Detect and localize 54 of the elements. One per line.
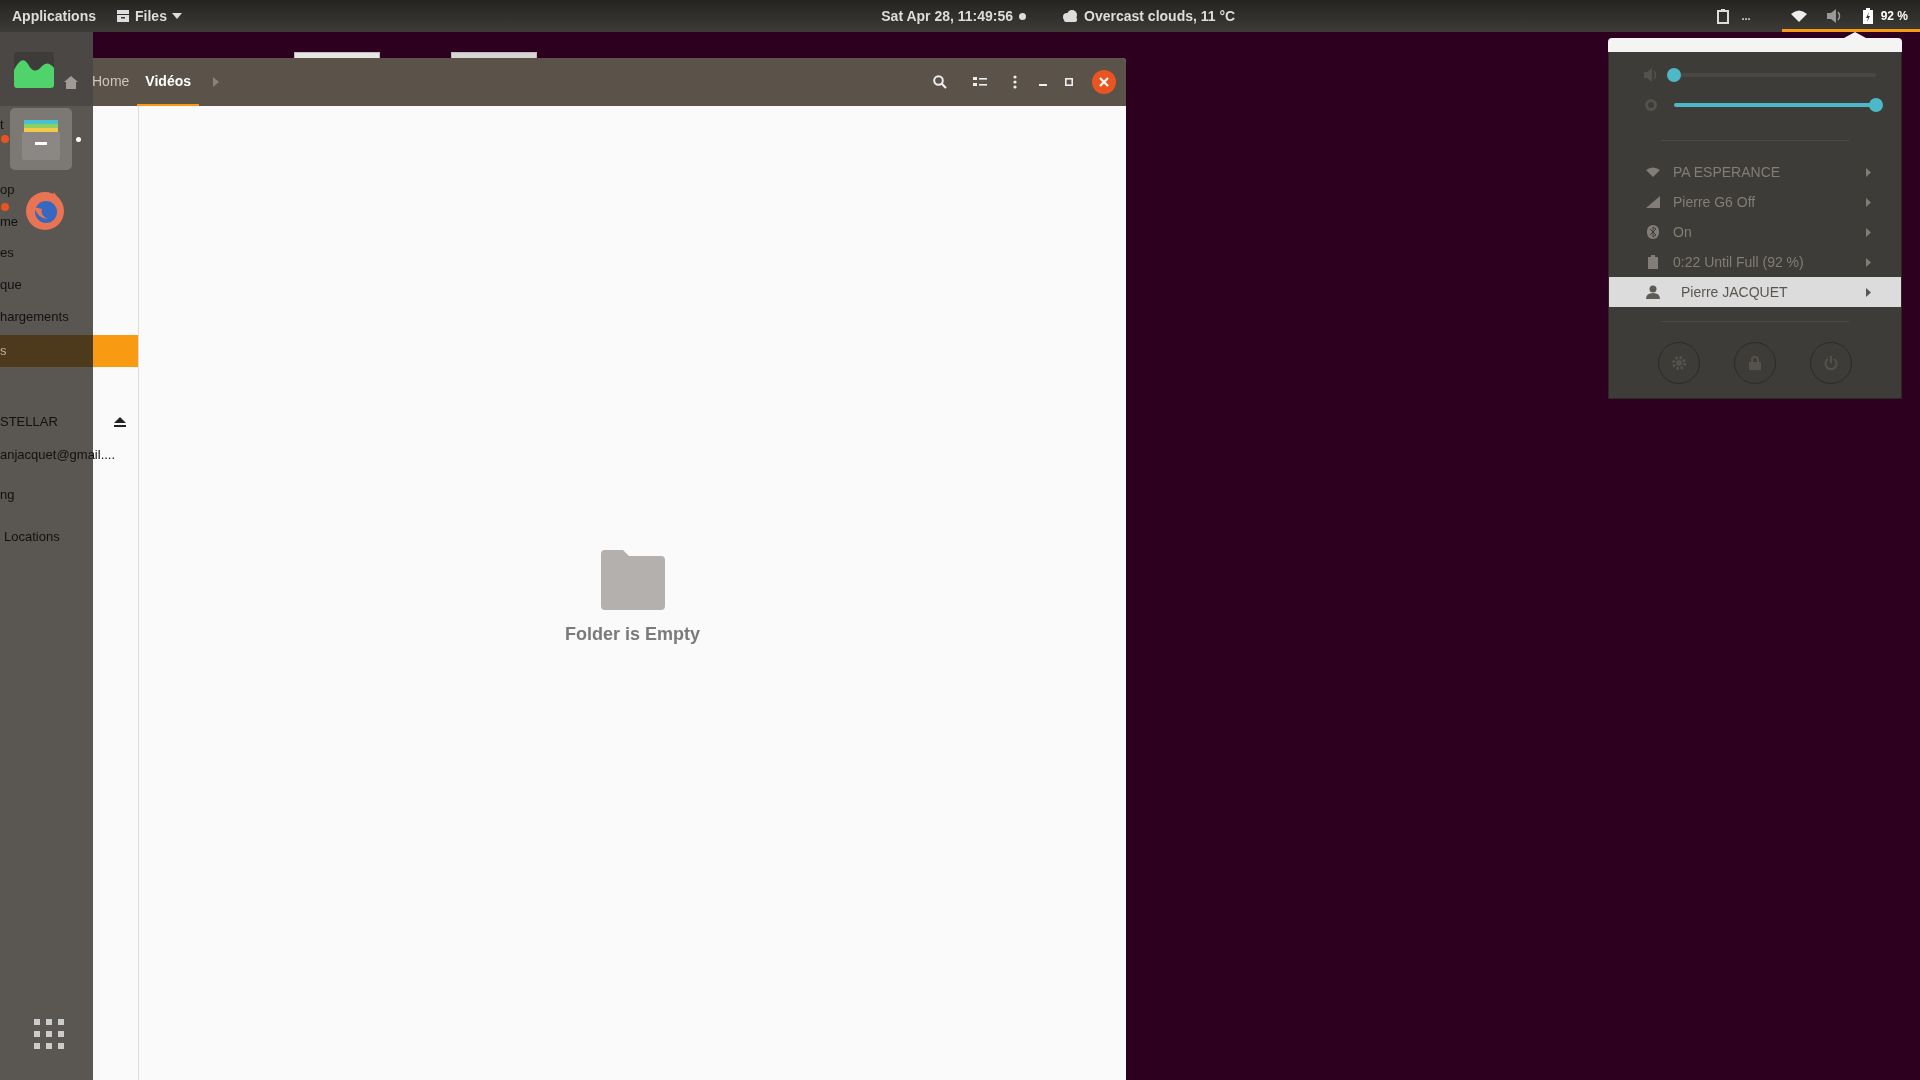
sidebar-item[interactable]: me: [0, 214, 19, 230]
system-monitor-icon[interactable]: [14, 52, 54, 88]
bluetooth-icon: [1645, 225, 1661, 239]
cloud-icon: [1062, 9, 1079, 23]
list-view-icon[interactable]: [973, 76, 987, 88]
wifi-icon: [1645, 167, 1661, 177]
focus-dot-icon: [76, 137, 81, 142]
maximize-icon[interactable]: [1065, 78, 1073, 86]
battery-icon: [1645, 255, 1661, 269]
dock-item[interactable]: [10, 108, 72, 170]
caret-icon: [171, 13, 182, 19]
volume-icon: [1644, 68, 1658, 82]
clipboard-icon[interactable]: [1717, 8, 1730, 24]
sidebar-item[interactable]: op: [0, 182, 15, 198]
search-icon[interactable]: [933, 75, 947, 89]
weather-indicator[interactable]: Overcast clouds, 11 °C: [1062, 8, 1236, 24]
sidebar-item[interactable]: que: [0, 277, 22, 293]
menu-icon[interactable]: [1013, 75, 1017, 89]
path-button[interactable]: Home: [84, 58, 138, 106]
power-icon: [1824, 356, 1838, 370]
chevron-right-icon: [1866, 227, 1871, 237]
sidebar-item[interactable]: s: [0, 335, 138, 367]
signal-icon: [1645, 196, 1661, 208]
chevron-right-icon: [1866, 287, 1871, 297]
folder-icon: [600, 549, 665, 610]
sidebar-item[interactable]: ng: [0, 487, 15, 503]
app-menu[interactable]: Files: [116, 8, 182, 24]
more-indicator[interactable]: ...: [1741, 10, 1751, 22]
gear-icon: [1672, 356, 1686, 370]
fox-globe-icon: [24, 190, 66, 232]
sidebar-item[interactable]: hargements: [0, 309, 69, 325]
battery-charging-icon[interactable]: [1862, 8, 1873, 24]
notification-dot-icon: [1019, 12, 1027, 20]
applications-menu[interactable]: Applications: [12, 8, 96, 24]
sidebar-item[interactable]: es: [0, 245, 14, 261]
app-grid-icon[interactable]: [34, 1019, 64, 1049]
chevron-right-icon: [1866, 197, 1871, 207]
sidebar-item[interactable]: Locations: [0, 529, 60, 545]
sidebar-item[interactable]: t: [0, 117, 4, 133]
file-cabinet-icon: [116, 9, 130, 23]
volume-icon[interactable]: [1826, 9, 1843, 23]
clock[interactable]: Sat Apr 28, 11:49:56: [881, 8, 1014, 24]
chevron-right-icon: [1866, 257, 1871, 267]
close-button[interactable]: [1092, 70, 1116, 94]
eject-icon[interactable]: [114, 417, 126, 427]
path-button[interactable]: Vidéos: [137, 58, 199, 106]
wifi-icon[interactable]: [1790, 10, 1807, 22]
user-icon: [1645, 285, 1661, 299]
battery-percentage[interactable]: 92 %: [1880, 9, 1908, 23]
chevron-right-icon: [1866, 167, 1871, 177]
sidebar-item[interactable]: STELLAR: [0, 414, 138, 430]
menu-item[interactable]: Pierre JACQUET: [1609, 277, 1901, 307]
empty-folder-message: Folder is Empty: [565, 623, 700, 645]
home-icon[interactable]: [64, 75, 78, 89]
